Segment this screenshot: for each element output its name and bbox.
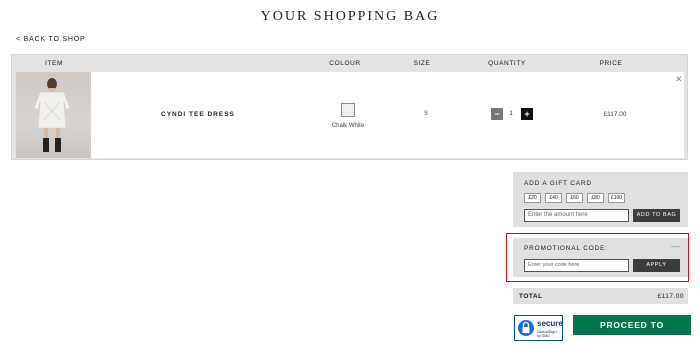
table-header: ITEM COLOUR SIZE QUANTITY PRICE [12,55,687,72]
gift-amount-80[interactable]: £80 [587,193,604,203]
plus-icon[interactable]: + [521,108,533,120]
bag-table: ITEM COLOUR SIZE QUANTITY PRICE CYNDI TE… [11,54,688,160]
lock-icon [518,320,534,336]
gift-amount-60[interactable]: £60 [566,193,583,203]
back-to-shop-link[interactable]: < BACK TO SHOP [16,36,86,43]
gift-amount-input[interactable]: Enter the amount here [524,209,629,222]
table-row: CYNDI TEE DRESS Chalk White S − 1 + £117… [16,72,684,158]
price-value: £117.00 [603,111,627,118]
colour-label: Chalk White [331,123,365,129]
minus-icon[interactable]: — [671,241,680,251]
secure-badge: secure GlobalSign by GMO [514,315,563,341]
gift-card-panel: ADD A GIFT CARD £20 £40 £60 £80 £100 Ent… [513,172,688,227]
header-size: SIZE [413,60,431,67]
apply-button[interactable]: APPLY [633,259,680,272]
header-item: ITEM [45,60,63,67]
total-label: TOTAL [519,293,543,300]
secure-line2: by GMO [537,334,551,338]
gift-card-title: ADD A GIFT CARD [524,180,592,187]
gift-amount-40[interactable]: £40 [545,193,562,203]
page-title: YOUR SHOPPING BAG [260,9,440,24]
promo-code-panel: PROMOTIONAL CODE: — Enter your code here… [513,238,688,277]
promo-code-title: PROMOTIONAL CODE: [524,245,608,252]
gift-amount-20[interactable]: £20 [524,193,541,203]
colour-swatch [341,103,355,117]
product-image[interactable] [16,72,91,158]
proceed-to-checkout-button[interactable]: PROCEED TO CHECKOUT [573,315,691,347]
promo-code-input[interactable]: Enter your code here [524,259,629,272]
total-row: TOTAL £117.00 [513,288,688,304]
product-name[interactable]: CYNDI TEE DRESS [161,111,235,118]
close-icon[interactable]: ✕ [675,74,683,85]
gift-card-amounts: £20 £40 £60 £80 £100 [524,193,625,203]
add-to-bag-button[interactable]: ADD TO BAG [633,209,680,222]
gift-amount-100[interactable]: £100 [608,193,625,203]
secure-title: secure [537,319,563,328]
quantity-value: 1 [509,111,513,117]
minus-icon[interactable]: − [491,108,503,120]
header-price: PRICE [599,60,623,67]
total-value: £117.00 [657,293,684,300]
header-quantity: QUANTITY [488,60,526,67]
size-value: S [423,111,429,117]
header-colour: COLOUR [329,60,361,67]
